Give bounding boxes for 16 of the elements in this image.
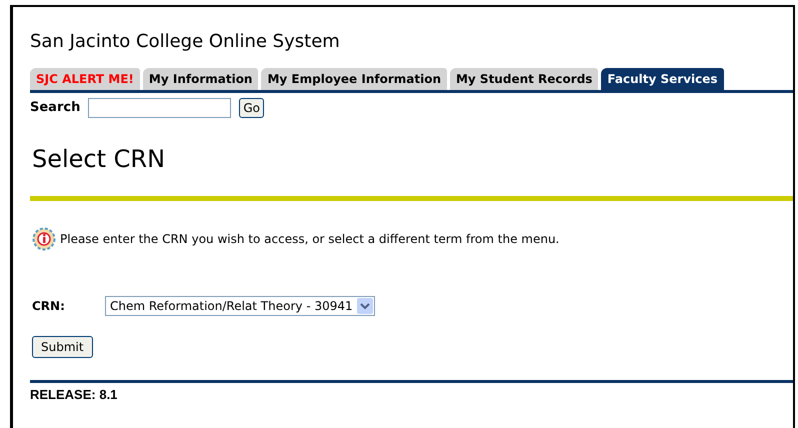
go-button[interactable]: Go [239, 98, 264, 118]
nav-tab[interactable]: My Employee Information [261, 68, 447, 90]
submit-button[interactable]: Submit [32, 336, 93, 358]
nav-tab[interactable]: My Information [142, 68, 258, 90]
info-text: Please enter the CRN you wish to access, or select a different term from the menu. [60, 231, 560, 248]
crn-label: CRN: [32, 298, 66, 315]
site-title: San Jacinto College Online System [30, 31, 341, 53]
search-label: Search [30, 99, 80, 118]
info-icon [32, 227, 56, 251]
page-title: Select CRN [32, 145, 166, 173]
crn-select[interactable]: Chem Reformation/Relat Theory - 30941 [105, 296, 375, 316]
nav-tab[interactable]: Faculty Services [601, 68, 724, 90]
search-field[interactable] [88, 98, 232, 118]
release-text: RELEASE: 8.1 [30, 386, 118, 404]
dropdown-icon [356, 298, 373, 314]
nav-tab[interactable]: My Student Records [450, 68, 598, 90]
